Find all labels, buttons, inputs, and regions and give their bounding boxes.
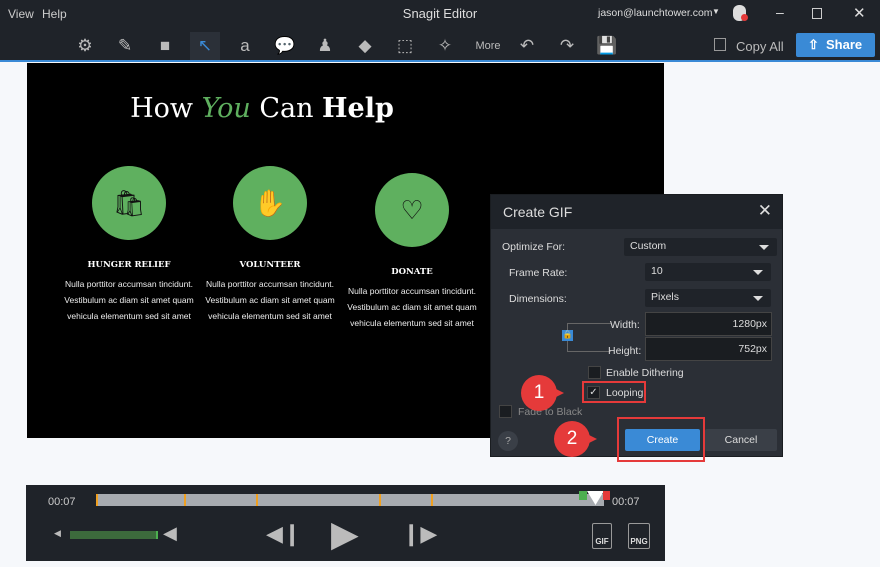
save-icon[interactable]: 💾: [592, 32, 622, 60]
menu-help[interactable]: Help: [42, 7, 67, 21]
menu-view[interactable]: View: [8, 7, 34, 21]
png-label: PNG: [630, 537, 648, 546]
hand-heart-icon: ✋: [233, 166, 307, 240]
more-button[interactable]: More: [472, 32, 504, 60]
dialog-header: Create GIF ✕: [491, 195, 782, 229]
optimize-label: Optimize For:: [502, 241, 566, 253]
width-label: Width:: [610, 319, 640, 331]
help-button[interactable]: ?: [498, 431, 518, 451]
looping-checkbox[interactable]: ✓: [587, 386, 600, 399]
close-icon[interactable]: ✕: [853, 4, 866, 22]
gif-label: GIF: [595, 537, 609, 546]
chevron-down-icon[interactable]: ▼: [712, 7, 720, 16]
dithering-checkbox[interactable]: [588, 366, 601, 379]
end-handle[interactable]: [603, 491, 610, 500]
previous-frame-icon[interactable]: ◀❙: [266, 521, 301, 547]
toolbar: ⚙ ✎ ■ ↖ a 💬 ♟ ◆ ⬚ ✧ More ↶ ↷ 💾 Copy All ⇧ Share: [0, 28, 880, 62]
cancel-button[interactable]: Cancel: [705, 429, 777, 451]
dithering-label: Enable Dithering: [606, 367, 684, 379]
close-icon[interactable]: ✕: [758, 201, 772, 221]
feature-title: DONATE: [391, 267, 433, 277]
volume-high-icon[interactable]: ◀: [163, 523, 177, 544]
stamp-icon[interactable]: ♟: [310, 32, 340, 60]
title-bar: View Help Snagit Editor jason@launchtowe…: [0, 0, 880, 28]
time-start: 00:07: [48, 496, 76, 508]
feature-column: 🛍 HUNGER RELIEF Nulla porttitor accumsan…: [49, 166, 209, 324]
dialog-title: Create GIF: [503, 204, 573, 220]
heart-coin-icon: ♡: [375, 173, 449, 247]
notification-icon[interactable]: [733, 5, 748, 21]
volume-low-icon: ◀: [54, 528, 61, 538]
text-icon[interactable]: a: [230, 32, 260, 60]
account-menu[interactable]: jason@launchtower.com: [598, 7, 713, 19]
share-label: Share: [826, 37, 863, 52]
minimize-icon[interactable]: –: [776, 4, 784, 20]
feature-column: ♡ DONATE Nulla porttitor accumsan tincid…: [332, 173, 492, 331]
effects-icon[interactable]: ⚙: [70, 32, 100, 60]
dimensions-label: Dimensions:: [509, 293, 567, 305]
feature-text: Nulla porttitor accumsan tincidunt. Vest…: [347, 286, 477, 328]
arrow-icon[interactable]: ↖: [190, 32, 220, 60]
dimensions-select[interactable]: Pixels: [645, 289, 771, 307]
feature-title: VOLUNTEER: [239, 260, 301, 270]
timeline-scrubber[interactable]: [96, 494, 604, 506]
feature-text: Nulla porttitor accumsan tincidunt. Vest…: [64, 279, 194, 321]
share-button[interactable]: ⇧ Share: [796, 33, 875, 57]
copy-icon: [714, 38, 726, 51]
callout-2: 2: [554, 421, 597, 457]
pen-icon[interactable]: ✎: [110, 32, 140, 60]
start-handle[interactable]: [579, 491, 587, 500]
next-frame-icon[interactable]: ❙▶: [402, 521, 437, 547]
magic-wand-icon[interactable]: ✧: [430, 32, 460, 60]
looping-label: Looping: [606, 387, 644, 399]
create-gif-dialog: Create GIF ✕ Optimize For: Custom Frame …: [490, 194, 783, 462]
height-label: Height:: [608, 345, 642, 357]
copy-all-button[interactable]: Copy All: [736, 39, 784, 54]
undo-icon[interactable]: ↶: [512, 32, 542, 60]
callout-1: 1: [521, 375, 564, 411]
frame-rate-label: Frame Rate:: [509, 267, 568, 279]
optimize-select[interactable]: Custom: [624, 238, 777, 256]
fade-checkbox[interactable]: [499, 405, 512, 418]
volume-slider[interactable]: [70, 531, 158, 539]
time-end: 00:07: [612, 496, 640, 508]
image-heading: How You Can Help: [130, 93, 394, 124]
fade-label: Fade to Black: [518, 406, 583, 418]
selection-icon[interactable]: ⬚: [390, 32, 420, 60]
feature-text: Nulla porttitor accumsan tincidunt. Vest…: [205, 279, 335, 321]
shape-icon[interactable]: ■: [150, 32, 180, 60]
width-input[interactable]: 1280px: [645, 312, 772, 336]
maximize-icon[interactable]: [812, 8, 822, 19]
bag-icon: 🛍: [92, 166, 166, 240]
feature-column: ✋ VOLUNTEER Nulla porttitor accumsan tin…: [190, 166, 350, 324]
export-png-button[interactable]: PNG: [628, 523, 650, 549]
callout-icon[interactable]: 💬: [270, 32, 300, 60]
feature-title: HUNGER RELIEF: [87, 260, 171, 270]
play-icon[interactable]: ▶: [331, 514, 359, 554]
video-player: 00:07 00:07 ◀ ◀ ◀❙ ▶ ❙▶ GIF PNG: [26, 485, 665, 561]
lock-icon[interactable]: 🔒: [562, 330, 573, 341]
frame-rate-select[interactable]: 10: [645, 263, 771, 281]
create-button[interactable]: Create: [625, 429, 700, 451]
export-gif-button[interactable]: GIF: [592, 523, 612, 549]
redo-icon[interactable]: ↷: [552, 32, 582, 60]
lock-bracket: [567, 323, 611, 352]
window-title: Snagit Editor: [402, 6, 478, 21]
fill-icon[interactable]: ◆: [350, 32, 380, 60]
height-input[interactable]: 752px: [645, 337, 772, 361]
share-icon: ⇧: [808, 37, 819, 52]
